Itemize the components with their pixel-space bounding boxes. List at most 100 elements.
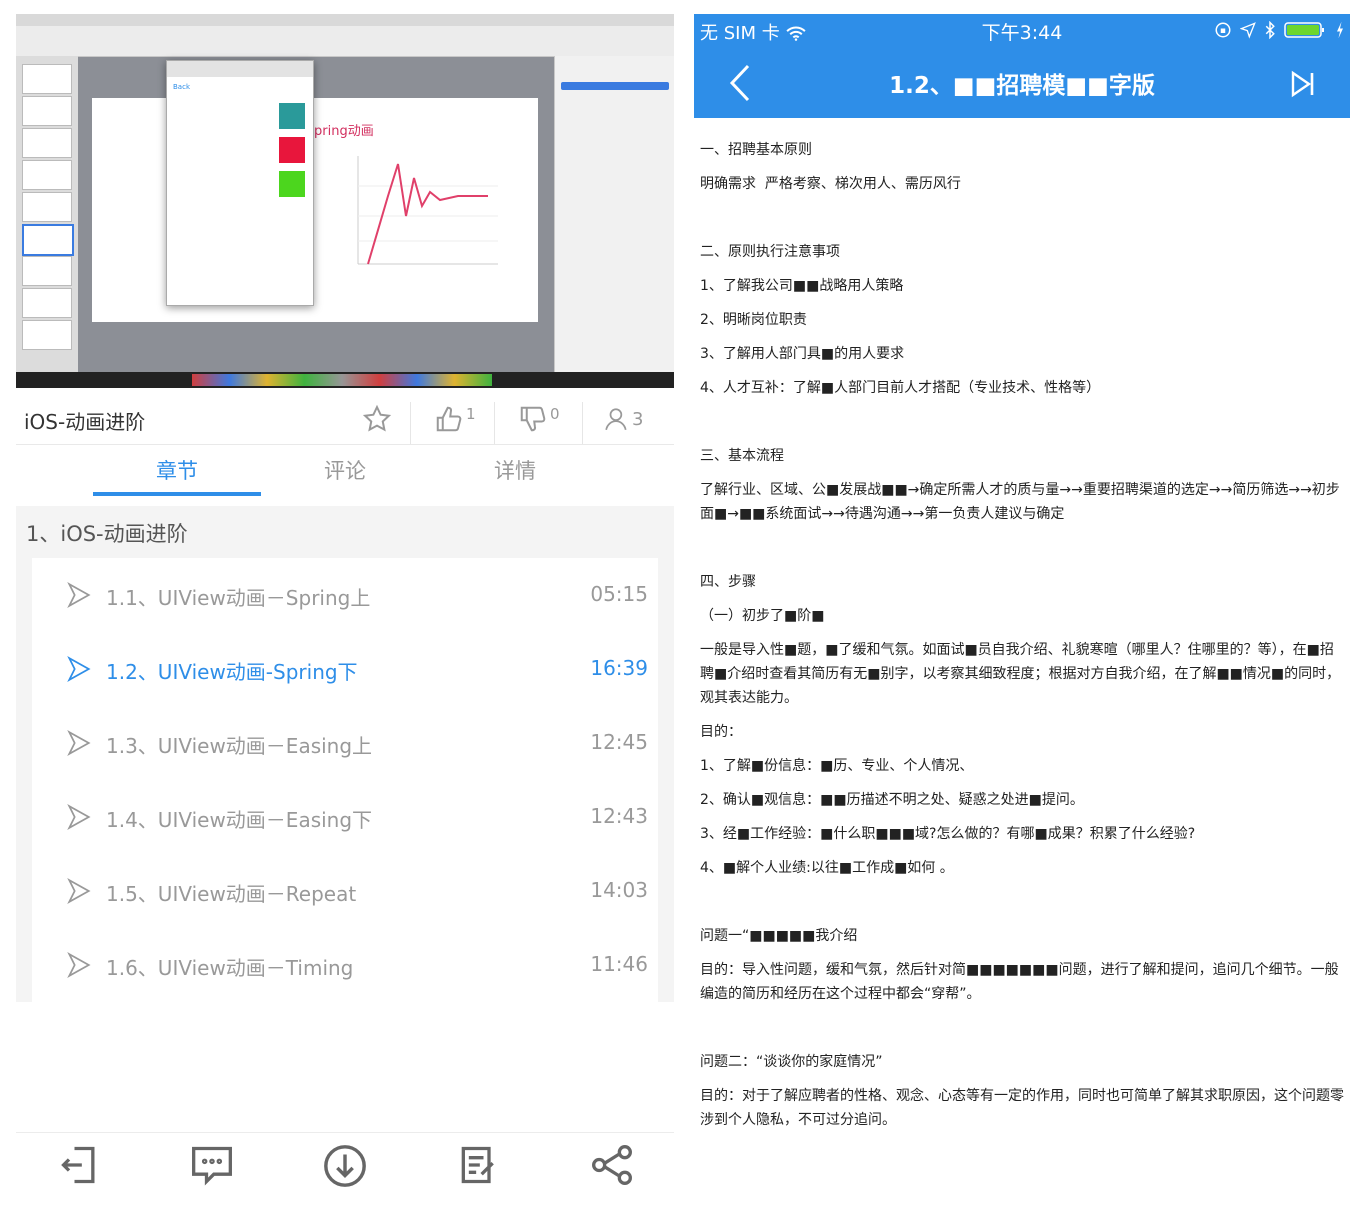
bluetooth-icon bbox=[1265, 21, 1275, 39]
user-icon bbox=[605, 408, 627, 431]
teal-square bbox=[279, 103, 305, 129]
keynote-toolbar bbox=[16, 26, 674, 57]
doc-paragraph: 2、确认■观信息：■■历描述不明之处、疑惑之处进■提问。 bbox=[700, 792, 1084, 808]
thumbs-up-icon bbox=[436, 406, 462, 432]
course-title: iOS-动画进阶 bbox=[24, 410, 146, 434]
doc-heading: 问题二：“谈谈你的家庭情况” bbox=[700, 1054, 883, 1070]
doc-paragraph: 2、明晰岗位职责 bbox=[700, 312, 807, 328]
play-icon bbox=[67, 656, 91, 682]
slide-canvas: pring动画 bbox=[92, 98, 538, 322]
thumbs-down-icon bbox=[520, 406, 546, 432]
charging-icon bbox=[1337, 21, 1343, 39]
doc-subheading: （一）初步了■阶■ bbox=[700, 608, 825, 624]
slide-thumbnail bbox=[22, 320, 72, 350]
share-button[interactable] bbox=[588, 1143, 636, 1191]
lesson-duration: 05:15 bbox=[590, 582, 648, 606]
lesson-title: 1.3、UIView动画－Easing上 bbox=[106, 734, 373, 758]
tab-details[interactable]: 详情 bbox=[431, 455, 599, 485]
doc-paragraph: 目的：对于了解应聘者的性格、观念、心态等有一定的作用，同时也可简单了解其求职原因… bbox=[700, 1088, 1344, 1128]
comment-button[interactable] bbox=[188, 1143, 236, 1191]
lesson-title: 1.1、UIView动画－Spring上 bbox=[106, 586, 371, 610]
lesson-duration: 12:45 bbox=[590, 730, 648, 754]
document-body: 一、招聘基本原则 明确需求 严格考察、梯次用人、需历风行 二、原则执行注意事项 … bbox=[700, 138, 1344, 1132]
doc-paragraph: 了解行业、区域、公■发展战■■→确定所需人才的质与量→→重要招聘渠道的选定→→简… bbox=[700, 482, 1340, 522]
doc-heading: 问题一“■■■■■我介绍 bbox=[700, 928, 858, 944]
slide-title: pring动画 bbox=[314, 124, 374, 139]
bottom-toolbar bbox=[16, 1132, 674, 1201]
lesson-item[interactable]: 1.5、UIView动画－Repeat 14:03 bbox=[32, 854, 658, 928]
tab-chapters[interactable]: 章节 bbox=[93, 455, 261, 485]
slide-thumbnail bbox=[22, 224, 74, 256]
battery-icon bbox=[1284, 22, 1324, 38]
exit-button[interactable] bbox=[58, 1143, 102, 1191]
lesson-title: 1.2、UIView动画-Spring下 bbox=[106, 660, 358, 684]
share-icon bbox=[592, 1145, 632, 1185]
download-icon bbox=[324, 1145, 366, 1187]
lesson-item[interactable]: 1.3、UIView动画－Easing上 12:45 bbox=[32, 706, 658, 780]
message-icon bbox=[192, 1146, 232, 1186]
mac-dock bbox=[16, 372, 674, 388]
doc-paragraph: 1、了解我公司■■战略用人策略 bbox=[700, 278, 904, 294]
dislike-button[interactable]: 0 bbox=[518, 404, 560, 434]
doc-heading: 二、原则执行注意事项 bbox=[700, 244, 840, 260]
lesson-item-active[interactable]: 1.2、UIView动画-Spring下 16:39 bbox=[32, 632, 658, 706]
section-title: 1、iOS-动画进阶 bbox=[26, 522, 188, 546]
slide-thumbnail bbox=[22, 96, 72, 126]
location-icon bbox=[1240, 22, 1256, 39]
doc-paragraph: 3、经■工作经验：■什么职■■■域?怎么做的？有哪■成果？积累了什么经验? bbox=[700, 826, 1196, 842]
slide-thumbnail bbox=[22, 128, 72, 158]
orientation-lock-icon bbox=[1215, 22, 1231, 38]
doc-paragraph: 1、了解■份信息：■历、专业、个人情况、 bbox=[700, 758, 974, 774]
lesson-title: 1.4、UIView动画－Easing下 bbox=[106, 808, 373, 832]
doc-paragraph: 目的：导入性问题，缓和气氛，然后针对简■■■■■■■问题，进行了解和提问，追问几… bbox=[700, 962, 1339, 1002]
students-count: 3 bbox=[632, 408, 644, 430]
navigation-bar: 1.2、■■招聘模■■字版 bbox=[694, 44, 1350, 118]
lesson-item[interactable]: 1.1、UIView动画－Spring上 05:15 bbox=[32, 558, 658, 632]
doc-heading: 四、步骤 bbox=[700, 574, 756, 590]
lesson-list: 1.1、UIView动画－Spring上 05:15 1.2、UIView动画-… bbox=[16, 558, 674, 1002]
inspector-panel bbox=[554, 56, 674, 374]
dislike-count: 0 bbox=[550, 405, 560, 423]
doc-paragraph: 4、■解个人业绩:以往■工作成■如何 。 bbox=[700, 860, 954, 876]
lesson-item[interactable]: 1.4、UIView动画－Easing下 12:43 bbox=[32, 780, 658, 854]
favorite-button[interactable] bbox=[362, 404, 392, 434]
students-indicator: 3 bbox=[604, 404, 643, 434]
slide-thumbnail bbox=[22, 192, 72, 222]
note-icon bbox=[461, 1146, 494, 1184]
play-icon bbox=[67, 582, 91, 608]
red-square bbox=[279, 137, 305, 163]
slide-thumbnail bbox=[22, 160, 72, 190]
doc-paragraph: 3、了解用人部门具■的用人要求 bbox=[700, 346, 905, 362]
lesson-duration: 11:46 bbox=[590, 952, 648, 976]
play-icon bbox=[67, 952, 91, 978]
spring-curve-chart bbox=[357, 156, 498, 265]
video-player[interactable]: pring动画 Back bbox=[16, 14, 674, 388]
mac-menu-bar bbox=[16, 14, 674, 26]
doc-paragraph: 4、人才互补：了解■人部门目前人才搭配（专业技术、性格等） bbox=[700, 380, 1101, 396]
skip-next-icon[interactable] bbox=[1290, 70, 1316, 98]
like-count: 1 bbox=[466, 405, 476, 423]
sim-back-button: Back bbox=[173, 83, 190, 91]
lesson-duration: 12:43 bbox=[590, 804, 648, 828]
slide-thumbnail bbox=[22, 256, 72, 286]
lesson-duration: 14:03 bbox=[590, 878, 648, 902]
play-icon bbox=[67, 804, 91, 830]
status-bar: 无 SIM 卡 下午3:44 bbox=[694, 14, 1350, 44]
notes-button[interactable] bbox=[456, 1143, 500, 1191]
play-icon bbox=[67, 878, 91, 904]
tab-comments[interactable]: 评论 bbox=[261, 455, 429, 485]
doc-paragraph: 一般是导入性■题，■了缓和气氛。如面试■员自我介绍、礼貌寒暄（哪里人？住哪里的？… bbox=[700, 642, 1341, 706]
play-icon bbox=[67, 730, 91, 756]
download-button[interactable] bbox=[322, 1143, 368, 1193]
document-viewer-panel: 无 SIM 卡 下午3:44 1.2、■■招聘模■■字版 一、招聘基本原则 明确… bbox=[694, 14, 1350, 1214]
like-button[interactable]: 1 bbox=[434, 404, 476, 434]
document-title: 1.2、■■招聘模■■字版 bbox=[889, 73, 1155, 99]
slide-thumbnail bbox=[22, 288, 72, 318]
lesson-title: 1.6、UIView动画－Timing bbox=[106, 956, 354, 980]
doc-heading: 一、招聘基本原则 bbox=[700, 142, 812, 158]
lesson-duration: 16:39 bbox=[590, 656, 648, 680]
ios-simulator-window: Back bbox=[166, 60, 314, 306]
exit-icon bbox=[61, 1146, 95, 1184]
lesson-item[interactable]: 1.6、UIView动画－Timing 11:46 bbox=[32, 928, 658, 1002]
slide-thumbnail bbox=[22, 64, 72, 94]
